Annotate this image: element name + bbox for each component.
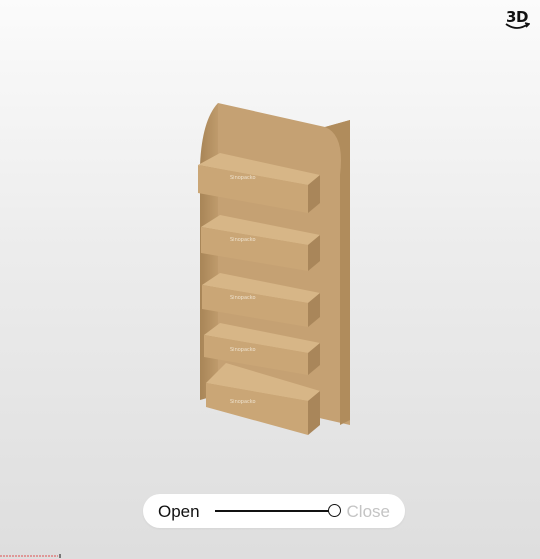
slider-thumb[interactable] (328, 504, 341, 517)
cardboard-display-model: Sinopacko Sinopacko Sinopacko Sinopacko … (198, 103, 350, 435)
close-label[interactable]: Close (347, 502, 390, 522)
fold-slider[interactable] (215, 504, 341, 518)
slider-track (215, 510, 335, 512)
fold-control: Open Close (143, 494, 405, 528)
brand-print: Sinopacko (230, 237, 256, 243)
view-3d-button[interactable]: 3D (502, 8, 532, 34)
brand-print: Sinopacko (230, 347, 256, 353)
open-label[interactable]: Open (158, 502, 200, 522)
3d-viewport[interactable]: Sinopacko Sinopacko Sinopacko Sinopacko … (0, 0, 540, 559)
rotate-3d-icon (505, 22, 530, 29)
brand-print: Sinopacko (230, 399, 256, 405)
brand-print: Sinopacko (230, 175, 256, 181)
brand-print: Sinopacko (230, 295, 256, 301)
edge-marker (0, 554, 61, 558)
